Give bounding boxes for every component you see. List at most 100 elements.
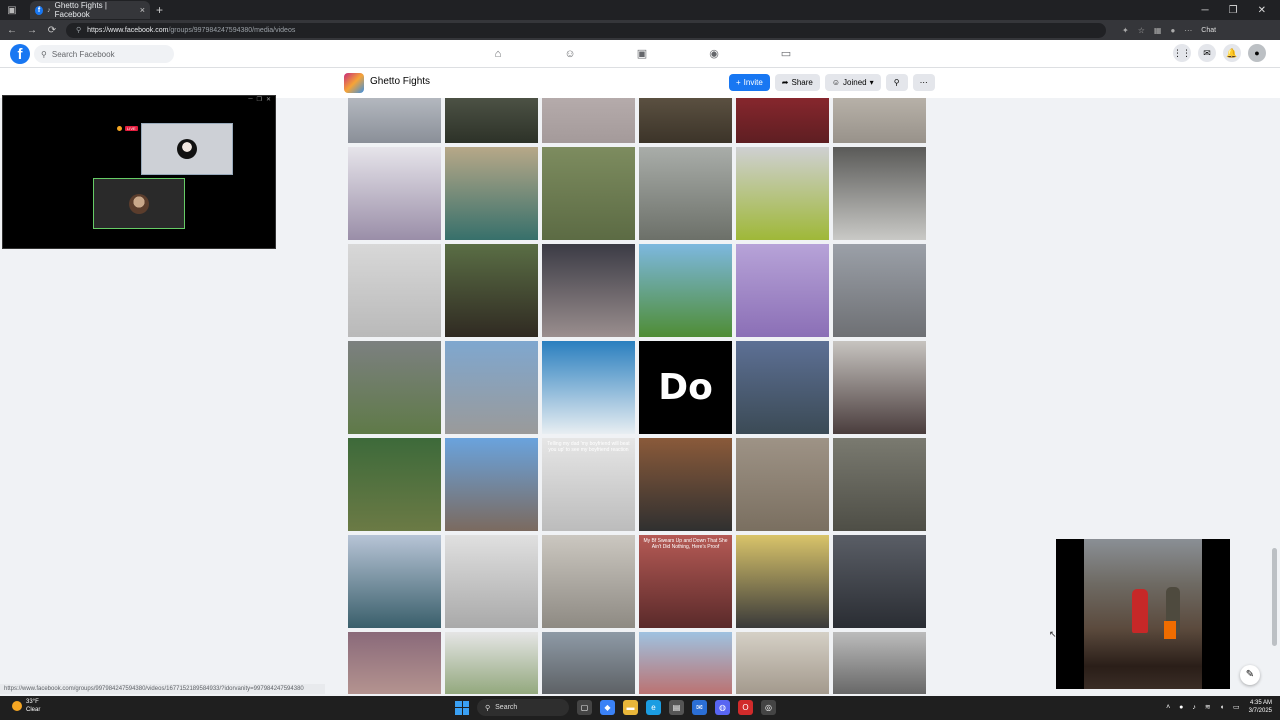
video-thumbnail[interactable] [833,535,926,628]
browser-tab[interactable]: f ♪ Ghetto Fights | Facebook × [30,1,150,19]
profile-icon[interactable]: ● [1170,26,1175,35]
video-thumbnail[interactable] [639,632,732,694]
video-thumbnail[interactable] [348,98,441,143]
url-field[interactable]: ⚲ https://www.facebook.com/groups/997984… [66,22,1106,38]
group-search-button[interactable]: ⚲ [885,74,908,91]
extension-icon[interactable]: ✦ [1122,26,1129,35]
volume-icon[interactable]: ◖ [1220,704,1224,711]
video-thumbnail[interactable] [542,632,635,694]
file-explorer-icon[interactable]: ▬ [623,700,638,715]
audio-icon[interactable]: ♪ [47,7,51,14]
minimize-icon[interactable]: ─ [1202,5,1209,16]
video-thumbnail[interactable] [833,147,926,240]
home-icon[interactable]: ⌂ [488,44,508,64]
video-thumbnail[interactable] [736,98,829,143]
video-thumbnail[interactable] [542,244,635,337]
messenger-icon[interactable]: ✉ [1198,44,1216,62]
tray-chevron-icon[interactable]: ˄ [1166,704,1170,711]
tab-close-icon[interactable]: × [140,5,145,15]
invite-button[interactable]: + Invite [729,74,770,91]
collections-icon[interactable]: ▦ [1154,26,1162,35]
site-info-icon[interactable]: ⚲ [76,26,81,34]
video-thumbnail[interactable] [736,341,829,434]
joined-button[interactable]: ☺ Joined ▾ [824,74,881,91]
discord-icon[interactable]: ◍ [715,700,730,715]
video-thumbnail[interactable] [348,147,441,240]
video-thumbnail[interactable] [445,632,538,694]
video-thumbnail[interactable] [542,147,635,240]
copilot-icon[interactable]: ◆ [600,700,615,715]
facebook-search-input[interactable]: ⚲ Search Facebook [34,45,174,63]
video-thumbnail[interactable] [348,341,441,434]
live-video-panel[interactable]: ─ ❐ ✕ LIVE [2,95,276,249]
video-thumbnail[interactable] [348,535,441,628]
video-thumbnail[interactable] [542,535,635,628]
more-icon[interactable]: ⋯ [1184,26,1192,35]
video-thumbnail[interactable] [445,147,538,240]
reload-icon[interactable]: ⟳ [46,25,58,36]
opera-icon[interactable]: O [738,700,753,715]
video-thumbnail[interactable] [348,632,441,694]
video-thumbnail[interactable] [445,438,538,531]
video-thumbnail[interactable] [736,632,829,694]
weather-widget[interactable]: 33°F Clear [12,698,40,714]
tray-mic-icon[interactable]: ♪ [1192,704,1196,711]
video-thumbnail[interactable] [445,341,538,434]
scrollbar-thumb[interactable] [1272,548,1277,646]
wifi-icon[interactable]: ≋ [1205,703,1211,711]
video-thumbnail[interactable] [736,147,829,240]
video-thumbnail[interactable] [736,535,829,628]
start-button[interactable] [455,700,469,715]
back-icon[interactable]: ← [6,25,18,36]
groups-icon[interactable]: ◉ [704,44,724,64]
group-more-button[interactable]: ⋯ [912,74,935,91]
forward-icon[interactable]: → [26,25,38,36]
facebook-logo[interactable]: f [10,44,30,64]
restore-icon[interactable]: ❐ [257,96,262,103]
video-thumbnail[interactable] [736,438,829,531]
taskbar-search[interactable]: ⚲ Search [477,699,569,716]
window-close-icon[interactable]: ✕ [1258,5,1266,16]
video-thumbnail[interactable] [542,341,635,434]
video-thumbnail[interactable] [445,535,538,628]
chat-button[interactable]: Chat [1201,27,1216,34]
tray-app-icon[interactable]: ● [1179,704,1183,711]
mini-video-frame[interactable] [1084,539,1202,689]
video-thumbnail[interactable] [833,341,926,434]
store-icon[interactable]: ▤ [669,700,684,715]
account-avatar[interactable]: ● [1248,44,1266,62]
notifications-icon[interactable]: 🔔 [1223,44,1241,62]
camera-feed-1[interactable] [141,123,233,175]
video-thumbnail[interactable]: Telling my dad 'my boyfriend will beat y… [542,438,635,531]
video-thumbnail[interactable]: My Bf Swears Up and Down That She Ain't … [639,535,732,628]
video-thumbnail[interactable]: Do [639,341,732,434]
video-thumbnail[interactable] [348,244,441,337]
minimize-icon[interactable]: ─ [248,96,252,103]
video-thumbnail[interactable] [833,98,926,143]
favorites-icon[interactable]: ☆ [1138,26,1145,35]
video-thumbnail[interactable] [639,438,732,531]
clock[interactable]: 4:35 AM 3/7/2025 [1249,699,1272,715]
new-tab-button[interactable]: + [156,3,163,17]
video-thumbnail[interactable] [833,438,926,531]
video-thumbnail[interactable] [833,632,926,694]
share-button[interactable]: ➦ Share [774,74,820,91]
video-thumbnail[interactable] [639,98,732,143]
maximize-icon[interactable]: ❐ [1229,5,1238,16]
video-thumbnail[interactable] [445,244,538,337]
new-message-button[interactable]: ✎ [1240,665,1260,685]
video-thumbnail[interactable] [348,438,441,531]
video-thumbnail[interactable] [833,244,926,337]
app-icon[interactable]: ◎ [761,700,776,715]
video-thumbnail[interactable] [639,147,732,240]
gaming-icon[interactable]: ▭ [776,44,796,64]
close-icon[interactable]: ✕ [266,96,271,103]
camera-feed-2[interactable] [93,178,185,229]
battery-icon[interactable]: ▭ [1233,703,1240,711]
task-view-icon[interactable]: ▢ [577,700,592,715]
video-thumbnail[interactable] [542,98,635,143]
mail-icon[interactable]: ✉ [692,700,707,715]
group-avatar[interactable] [344,73,364,93]
mini-video-player[interactable] [1056,539,1230,689]
window-menu-icon[interactable]: ▣ [4,2,20,18]
